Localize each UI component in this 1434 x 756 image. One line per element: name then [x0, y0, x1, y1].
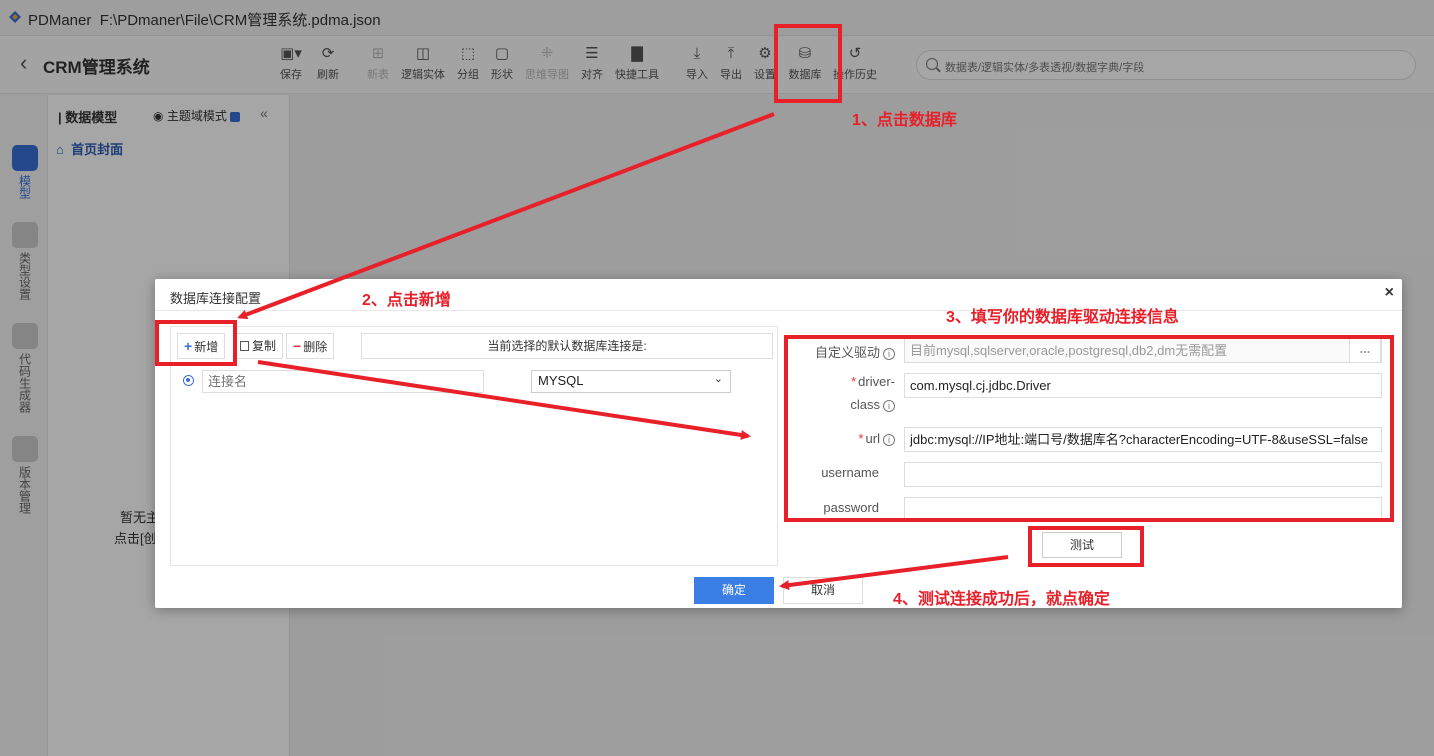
arrow-1	[237, 112, 775, 320]
annotation-arrows	[237, 112, 1009, 591]
arrow-3	[779, 555, 1009, 591]
arrow-2	[257, 360, 751, 440]
